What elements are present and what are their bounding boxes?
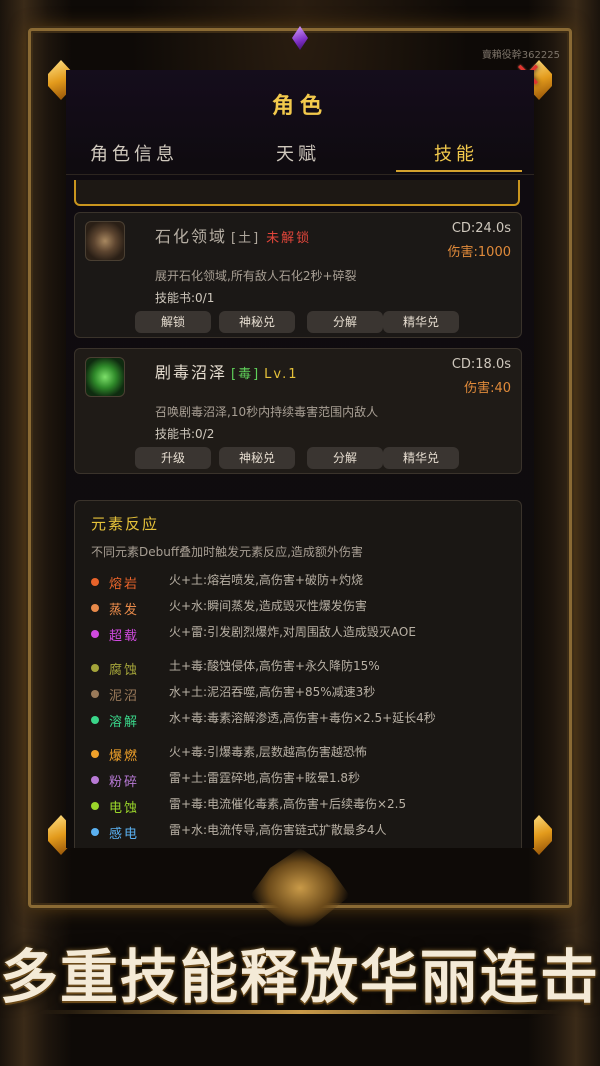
reaction-name: 电蚀 — [109, 801, 140, 816]
skill-lock-status: 未解锁 — [266, 231, 312, 246]
reaction-name: 粉碎 — [109, 775, 140, 790]
reaction-dot — [91, 578, 99, 586]
skill-name-row: 石化领域 [土] 未解锁 — [155, 223, 311, 247]
reaction-name: 爆燃 — [109, 749, 140, 764]
reaction-dot — [91, 664, 99, 672]
tab-skills[interactable]: 技能 — [434, 140, 478, 166]
skill-name: 石化领域 — [155, 227, 228, 246]
decompose-button[interactable]: 分解 — [307, 447, 383, 469]
tab-talent[interactable]: 天赋 — [276, 140, 320, 166]
skill-book-count: 技能书:0/2 — [155, 427, 215, 441]
reaction-title: 元素反应 — [91, 515, 160, 533]
reaction-dot — [91, 750, 99, 758]
reaction-name: 蒸发 — [109, 603, 140, 618]
reaction-dot — [91, 690, 99, 698]
skill-cooldown: CD:18.0s — [451, 357, 511, 372]
reaction-intro: 不同元素Debuff叠加时触发元素反应,造成额外伤害 — [91, 545, 363, 559]
reaction-desc: 雷+毒:电流催化毒素,高伤害+后续毒伤×2.5 — [169, 797, 407, 811]
skill-name-row: 剧毒沼泽 [毒] Lv.1 — [155, 359, 299, 383]
reaction-dot — [91, 604, 99, 612]
reaction-desc: 火+雷:引发剧烈爆炸,对周围敌人造成毁灭AOE — [169, 625, 416, 639]
reaction-name: 溶解 — [109, 715, 140, 730]
reaction-desc: 雷+土:雷霆碎地,高伤害+眩晕1.8秒 — [169, 771, 361, 785]
reaction-desc: 火+毒:引爆毒素,层数越高伤害越恐怖 — [169, 745, 367, 759]
reaction-desc: 火+水:瞬间蒸发,造成毁灭性爆发伤害 — [169, 599, 367, 613]
decompose-button[interactable]: 分解 — [307, 311, 383, 333]
upgrade-button[interactable]: 升级 — [135, 447, 211, 469]
skill-card: 石化领域 [土] 未解锁 CD:24.0s 伤害:1000 展开石化领域,所有敌人石… — [74, 212, 522, 338]
bottom-ornament — [40, 1010, 560, 1014]
active-tab-indicator — [396, 170, 522, 172]
skill-name: 剧毒沼泽 — [155, 363, 228, 382]
essence-exchange-button[interactable]: 精华兑 — [383, 311, 459, 333]
reaction-dot — [91, 828, 99, 836]
reaction-name: 感电 — [109, 827, 140, 842]
reaction-desc: 雷+水:电流传导,高伤害链式扩散最多4人 — [169, 823, 387, 837]
reaction-dot — [91, 776, 99, 784]
character-panel: 角色 角色信息 天赋 技能 石化领域 [土] 未解锁 CD:24.0s 伤害:100… — [66, 70, 534, 848]
element-reaction-panel: 元素反应 不同元素Debuff叠加时触发元素反应,造成额外伤害 熔岩 火+土:熔… — [74, 500, 522, 848]
tab-divider — [66, 174, 534, 175]
skill-book-count: 技能书:0/1 — [155, 291, 215, 305]
reaction-name: 超载 — [109, 629, 140, 644]
skill-cooldown: CD:24.0s — [451, 221, 511, 236]
reaction-desc: 水+土:泥沼吞噬,高伤害+85%减速3秒 — [169, 685, 376, 699]
petrify-skill-icon — [85, 221, 125, 261]
skill-damage: 伤害:1000 — [447, 245, 511, 260]
skill-description: 召唤剧毒沼泽,10秒内持续毒害范围内敌人 — [155, 405, 379, 419]
reaction-dot — [91, 630, 99, 638]
reaction-desc: 水+毒:毒素溶解渗透,高伤害+毒伤×2.5+延长4秒 — [169, 711, 436, 725]
skill-element-tag: [土] — [231, 231, 261, 246]
reaction-name: 腐蚀 — [109, 663, 140, 678]
skill-element-tag: [毒] — [231, 367, 261, 382]
skill-damage: 伤害:40 — [464, 381, 511, 396]
reaction-dot — [91, 716, 99, 724]
mystic-exchange-button[interactable]: 神秘兑 — [219, 311, 295, 333]
scrolled-skill-card — [74, 180, 520, 206]
skill-card: 剧毒沼泽 [毒] Lv.1 CD:18.0s 伤害:40 召唤剧毒沼泽,10秒内持续… — [74, 348, 522, 474]
essence-exchange-button[interactable]: 精华兑 — [383, 447, 459, 469]
tab-character-info[interactable]: 角色信息 — [90, 140, 178, 166]
skill-level: Lv.1 — [264, 367, 299, 382]
reaction-desc: 火+土:熔岩喷发,高伤害+破防+灼烧 — [169, 573, 364, 587]
reaction-name: 熔岩 — [109, 577, 140, 592]
reaction-dot — [91, 802, 99, 810]
poison-swamp-skill-icon — [85, 357, 125, 397]
mystic-exchange-button[interactable]: 神秘兑 — [219, 447, 295, 469]
skill-description: 展开石化领域,所有敌人石化2秒+碎裂 — [155, 269, 357, 283]
unlock-button[interactable]: 解锁 — [135, 311, 211, 333]
reaction-name: 泥沼 — [109, 689, 140, 704]
promo-banner: 多重技能释放华丽连击 — [0, 943, 600, 1011]
page-title: 角色 — [271, 94, 328, 119]
reaction-desc: 土+毒:酸蚀侵体,高伤害+永久降防15% — [169, 659, 380, 673]
